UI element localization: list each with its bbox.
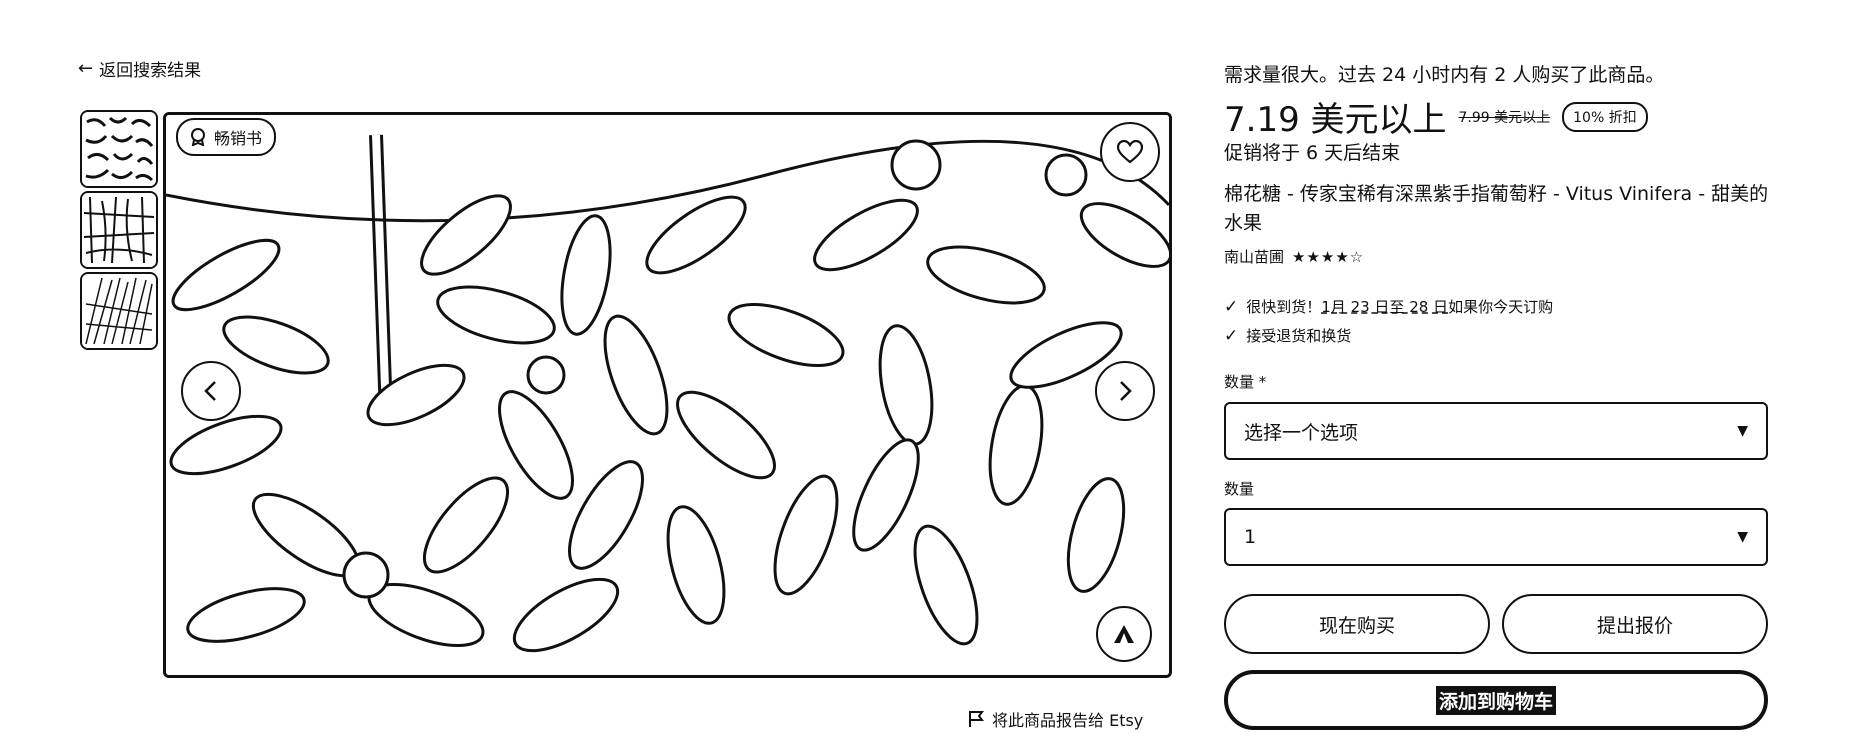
chevron-right-icon bbox=[1120, 381, 1132, 401]
flag-icon bbox=[969, 711, 984, 727]
current-price: 7.19 美元以上 bbox=[1224, 100, 1447, 140]
returns-label: 接受退货和换货 bbox=[1246, 327, 1352, 345]
product-title: 棉花糖 - 传家宝稀有深黑紫手指葡萄籽 - Vitus Vinifera - 甜… bbox=[1224, 183, 1769, 234]
star-rating-icon: ★★★★☆ bbox=[1292, 247, 1365, 266]
back-to-search-label: 返回搜索结果 bbox=[99, 61, 202, 81]
shop-name-link[interactable]: 南山苗圃 bbox=[1224, 246, 1284, 267]
caret-down-icon: ▼ bbox=[1737, 529, 1748, 545]
zoom-icon bbox=[1114, 625, 1134, 643]
quantity-select-value: 1 bbox=[1244, 526, 1257, 548]
make-offer-label: 提出报价 bbox=[1596, 614, 1673, 637]
delivery-info: ✓ 很快到货！ 1月 23 日至 28 日 如果你今天订购 bbox=[1224, 296, 1553, 317]
option-label: 数量 * bbox=[1224, 373, 1267, 391]
main-product-image[interactable] bbox=[163, 112, 1172, 678]
delivery-prefix: 很快到货！ bbox=[1246, 298, 1322, 316]
next-image-button[interactable] bbox=[1095, 361, 1155, 421]
caret-down-icon: ▼ bbox=[1737, 423, 1748, 439]
previous-image-button[interactable] bbox=[181, 361, 241, 421]
delivery-dates[interactable]: 1月 23 日至 28 日 bbox=[1321, 296, 1448, 317]
delivery-suffix: 如果你今天订购 bbox=[1448, 298, 1554, 316]
favorite-button[interactable] bbox=[1100, 122, 1160, 182]
chevron-left-icon bbox=[204, 381, 216, 401]
bestseller-badge: 畅销书 bbox=[176, 118, 277, 156]
report-label: 将此商品报告给 Etsy bbox=[992, 711, 1144, 730]
check-icon: ✓ bbox=[1224, 296, 1239, 317]
demand-notice: 需求量很大。过去 24 小时内有 2 人购买了此商品。 bbox=[1224, 64, 1665, 86]
bestseller-label: 畅销书 bbox=[214, 129, 263, 148]
buy-now-label: 现在购买 bbox=[1318, 614, 1395, 637]
discount-badge: 10% 折扣 bbox=[1562, 101, 1648, 132]
check-icon: ✓ bbox=[1224, 325, 1239, 346]
bestseller-badge-icon bbox=[191, 128, 205, 146]
price-row: 7.19 美元以上 7.99 美元以上 10% 折扣 bbox=[1224, 92, 1648, 141]
arrow-left-icon: ← bbox=[78, 58, 94, 79]
back-to-search-link[interactable]: ← 返回搜索结果 bbox=[78, 56, 201, 81]
quantity-select[interactable]: 1 ▼ bbox=[1224, 508, 1768, 566]
quantity-label: 数量 bbox=[1224, 480, 1255, 498]
shop-rating-row: 南山苗圃 ★★★★☆ bbox=[1224, 246, 1364, 267]
thumbnail-2-image bbox=[82, 193, 156, 267]
make-offer-button[interactable]: 提出报价 bbox=[1502, 594, 1768, 654]
option-select[interactable]: 选择一个选项 ▼ bbox=[1224, 402, 1768, 460]
thumbnail-1-image bbox=[82, 112, 156, 186]
buy-now-button[interactable]: 现在购买 bbox=[1224, 594, 1490, 654]
grapes-illustration bbox=[166, 115, 1169, 675]
returns-info: ✓ 接受退货和换货 bbox=[1224, 325, 1351, 346]
add-to-cart-label: 添加到购物车 bbox=[1435, 685, 1556, 715]
thumbnail-2[interactable] bbox=[80, 191, 158, 269]
report-item-link[interactable]: 将此商品报告给 Etsy bbox=[968, 707, 1143, 731]
heart-icon bbox=[1117, 140, 1143, 164]
promotion-ends: 促销将于 6 天后结束 bbox=[1224, 142, 1401, 164]
thumbnail-1[interactable] bbox=[80, 110, 158, 188]
add-to-cart-button[interactable]: 添加到购物车 bbox=[1224, 670, 1768, 730]
zoom-button[interactable] bbox=[1096, 606, 1152, 662]
option-select-value: 选择一个选项 bbox=[1244, 421, 1359, 444]
thumbnail-3[interactable] bbox=[80, 272, 158, 350]
thumbnail-3-image bbox=[82, 274, 156, 348]
original-price: 7.99 美元以上 bbox=[1458, 109, 1551, 126]
